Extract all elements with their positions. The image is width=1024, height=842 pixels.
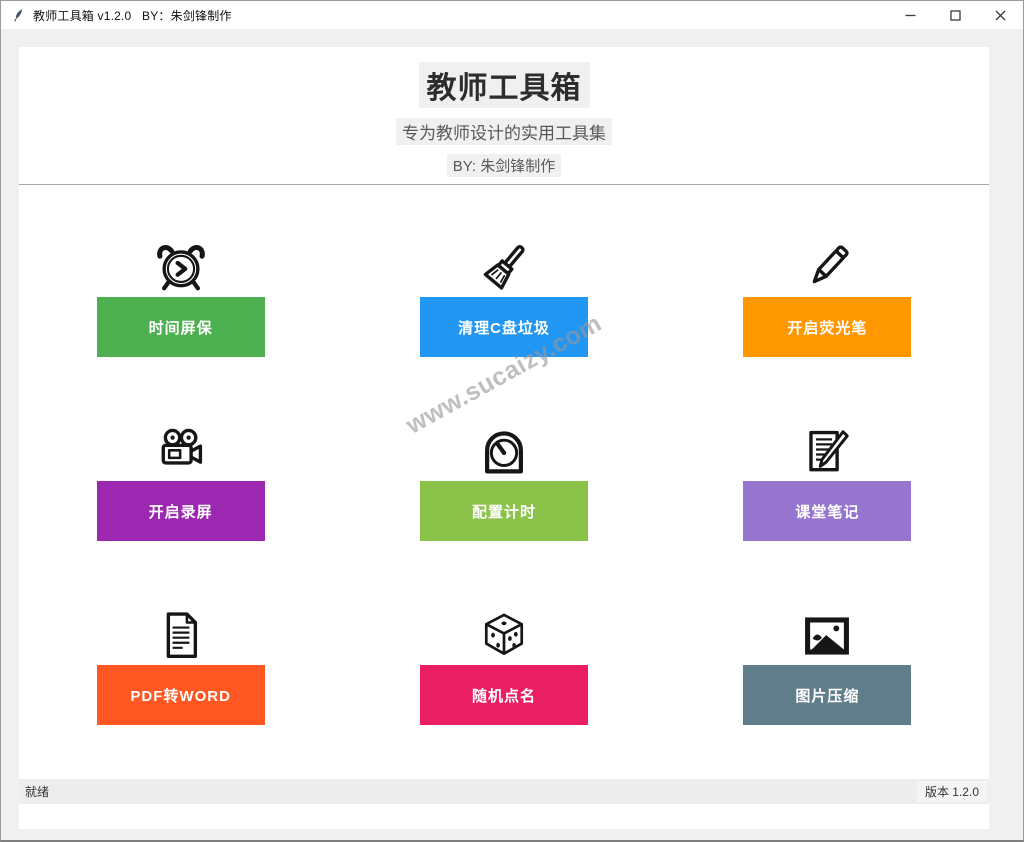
page-title: 教师工具箱 <box>419 62 590 108</box>
header-divider <box>19 184 989 185</box>
tool-button-6[interactable]: 课堂笔记 <box>743 481 911 541</box>
window-title: 教师工具箱 v1.2.0 BY：朱剑锋制作 <box>33 7 232 24</box>
minimize-button[interactable] <box>888 1 933 29</box>
picture-icon <box>800 607 854 663</box>
tool-tile: 图片压缩 <box>743 607 911 725</box>
tool-tile: 配置计时 <box>420 423 588 541</box>
movie-camera-icon <box>154 423 208 479</box>
tool-button-5[interactable]: 配置计时 <box>420 481 588 541</box>
tool-tile: PDF转WORD <box>97 607 265 725</box>
version-text: 版本 1.2.0 <box>917 781 987 802</box>
header: 教师工具箱 专为教师设计的实用工具集 BY: 朱剑锋制作 <box>19 47 989 177</box>
broom-icon <box>477 239 531 295</box>
tool-tile: 随机点名 <box>420 607 588 725</box>
tool-tile: 开启荧光笔 <box>743 239 911 357</box>
pencil-icon <box>800 239 854 295</box>
tool-button-7[interactable]: PDF转WORD <box>97 665 265 725</box>
tool-grid: 时间屏保 清理C盘垃圾 开启荧光笔 开启录屏 <box>19 239 989 725</box>
tool-button-1[interactable]: 时间屏保 <box>97 297 265 357</box>
page-subtitle: 专为教师设计的实用工具集 <box>396 118 612 145</box>
tool-tile: 课堂笔记 <box>743 423 911 541</box>
maximize-button[interactable] <box>933 1 978 29</box>
minimize-icon <box>905 10 916 21</box>
status-text: 就绪 <box>19 783 49 800</box>
tool-button-3[interactable]: 开启荧光笔 <box>743 297 911 357</box>
close-button[interactable] <box>978 1 1023 29</box>
titlebar[interactable]: 教师工具箱 v1.2.0 BY：朱剑锋制作 <box>1 1 1023 29</box>
tool-tile: 清理C盘垃圾 <box>420 239 588 357</box>
status-bar: 就绪 版本 1.2.0 <box>19 779 989 804</box>
maximize-icon <box>950 10 961 21</box>
tool-button-8[interactable]: 随机点名 <box>420 665 588 725</box>
document-icon <box>154 607 208 663</box>
tool-button-4[interactable]: 开启录屏 <box>97 481 265 541</box>
window-controls <box>888 1 1023 29</box>
close-icon <box>995 10 1006 21</box>
timer-icon <box>477 423 531 479</box>
main-panel: 教师工具箱 专为教师设计的实用工具集 BY: 朱剑锋制作 时间屏保 清理C盘垃圾… <box>19 47 989 829</box>
page-byline: BY: 朱剑锋制作 <box>447 154 562 177</box>
tool-tile: 开启录屏 <box>97 423 265 541</box>
alarm-clock-icon <box>154 239 208 295</box>
app-window: 教师工具箱 v1.2.0 BY：朱剑锋制作 教师工具箱 专为教师设计的 <box>0 0 1024 842</box>
tool-button-9[interactable]: 图片压缩 <box>743 665 911 725</box>
feather-app-icon <box>12 8 25 23</box>
tool-button-2[interactable]: 清理C盘垃圾 <box>420 297 588 357</box>
dice-icon <box>477 607 531 663</box>
memo-icon <box>800 423 854 479</box>
tool-tile: 时间屏保 <box>97 239 265 357</box>
